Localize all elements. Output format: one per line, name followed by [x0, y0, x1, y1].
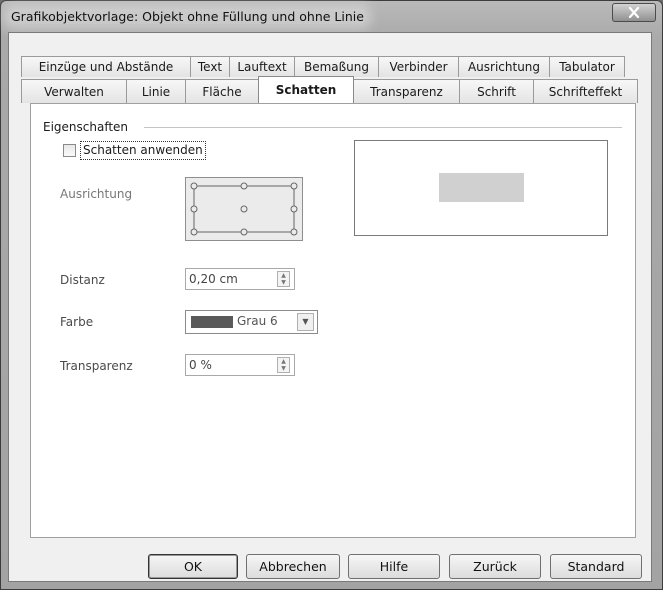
distance-spin-buttons[interactable]: ▲ ▼ — [277, 271, 290, 287]
close-button[interactable] — [612, 3, 656, 22]
shadow-preview — [354, 140, 608, 236]
ok-button[interactable]: OK — [148, 554, 238, 579]
transparency-spin-buttons[interactable]: ▲ ▼ — [277, 357, 290, 373]
tab-row-2: Verwalten Linie Fläche Schatten Transpar… — [21, 76, 638, 103]
chevron-down-icon[interactable]: ▼ — [297, 313, 314, 331]
color-swatch — [191, 316, 233, 328]
preview-shape — [439, 173, 524, 202]
tab-row-1: Einzüge und Abstände Text Lauftext Bemaß… — [21, 56, 625, 77]
cancel-button[interactable]: Abbrechen — [246, 554, 340, 579]
tab-lauftext[interactable]: Lauftext — [229, 56, 295, 77]
orientation-label-text: Ausrichtung — [60, 187, 133, 201]
tab-bemassung[interactable]: Bemaßung — [294, 56, 379, 77]
tab-text[interactable]: Text — [190, 56, 230, 77]
color-label-text: Farbe — [60, 315, 94, 329]
spin-down-icon[interactable]: ▼ — [278, 279, 289, 286]
transparency-value: 0 % — [189, 358, 212, 372]
tab-flaeche[interactable]: Fläche — [185, 79, 259, 103]
distance-label: Distanz — [60, 273, 105, 287]
spin-up-icon[interactable]: ▲ — [278, 272, 289, 279]
distance-label-text: Distanz — [60, 273, 105, 287]
tab-schatten[interactable]: Schatten — [258, 76, 354, 103]
spin-up-icon[interactable]: ▲ — [278, 358, 289, 365]
standard-button[interactable]: Standard — [550, 554, 642, 579]
section-divider — [144, 127, 622, 128]
tab-transparenz[interactable]: Transparenz — [353, 79, 460, 103]
orientation-label: Ausrichtung — [60, 187, 132, 201]
distance-value: 0,20 cm — [189, 272, 238, 286]
shadow-orientation-grid[interactable] — [185, 177, 303, 241]
shadow-color-dropdown[interactable]: Grau 6 ▼ — [185, 310, 318, 334]
orientation-points-icon — [190, 182, 298, 236]
back-button[interactable]: Zurück — [449, 554, 541, 579]
transparency-label: Transparenz — [60, 359, 133, 373]
tab-ausrichtung[interactable]: Ausrichtung — [458, 56, 550, 77]
apply-shadow-label[interactable]: Schatten anwenden — [80, 141, 206, 160]
spin-down-icon[interactable]: ▼ — [278, 365, 289, 372]
color-value: Grau 6 — [237, 314, 278, 328]
transparency-label-text: Transparenz — [60, 359, 133, 373]
apply-shadow-checkbox[interactable] — [63, 144, 76, 157]
section-title-eigenschaften: Eigenschaften — [43, 120, 129, 134]
shadow-tab-panel: Eigenschaften Schatten anwenden Ausricht… — [30, 103, 636, 538]
tab-einzuege-und-abstaende[interactable]: Einzüge und Abstände — [21, 56, 191, 77]
tab-verbinder[interactable]: Verbinder — [378, 56, 459, 77]
tab-schrift[interactable]: Schrift — [459, 79, 534, 103]
color-label: Farbe — [60, 315, 93, 329]
tab-linie[interactable]: Linie — [126, 79, 186, 103]
distance-spinfield[interactable]: 0,20 cm ▲ ▼ — [185, 268, 295, 290]
transparency-spinfield[interactable]: 0 % ▲ ▼ — [185, 354, 295, 376]
tab-tabulator[interactable]: Tabulator — [549, 56, 625, 77]
title-bar: Grafikobjektvorlage: Objekt ohne Füllung… — [1, 1, 662, 33]
tab-schrifteffekt[interactable]: Schrifteffekt — [533, 79, 638, 103]
window-title: Grafikobjektvorlage: Objekt ohne Füllung… — [9, 9, 366, 24]
tab-verwalten[interactable]: Verwalten — [21, 79, 127, 103]
close-x-icon — [628, 7, 640, 18]
help-button[interactable]: Hilfe — [348, 554, 440, 579]
